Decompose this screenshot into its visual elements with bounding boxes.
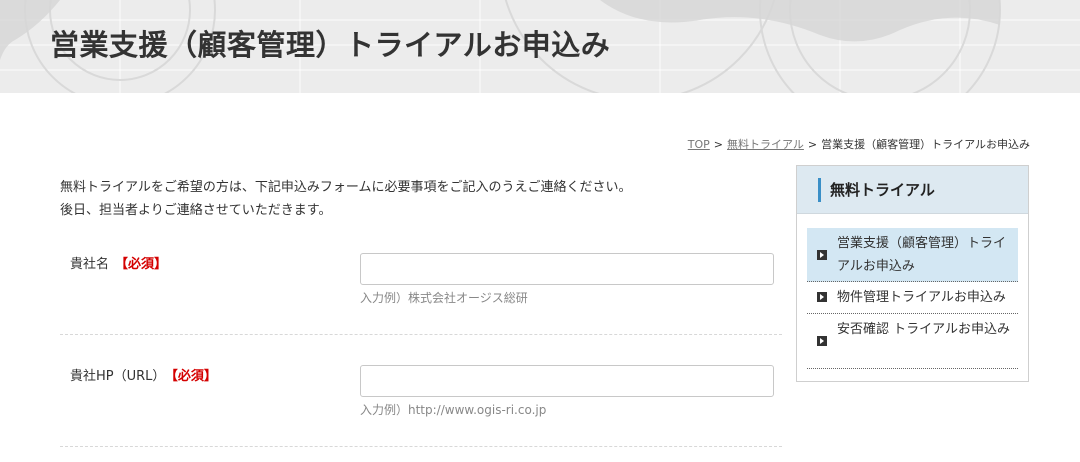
intro-text: 無料トライアルをご希望の方は、下記申込みフォームに必要事項をご記入のうえご連絡く… [60, 176, 760, 222]
chevron-right-icon [817, 336, 827, 346]
sidebar-title: 無料トライアル [830, 181, 935, 199]
company-name-input[interactable] [360, 253, 774, 285]
intro-line-2: 後日、担当者よりご連絡させていただきます。 [60, 203, 332, 218]
sidebar-item-label: 営業支援（顧客管理）トライアルお申込み [837, 236, 1007, 274]
breadcrumb-link-free-trial[interactable]: 無料トライアル [727, 138, 804, 151]
sidebar-item-label: 安否確認 トライアルお申込み [837, 322, 1011, 337]
sidebar-item-safety-confirmation-trial[interactable]: 安否確認 トライアルお申込み [807, 314, 1018, 369]
company-url-hint: 入力例）http://www.ogis-ri.co.jp [360, 403, 547, 417]
sidebar-item-sales-support-trial[interactable]: 営業支援（顧客管理）トライアルお申込み [807, 228, 1018, 282]
required-badge: 【必須】 [115, 257, 168, 272]
company-name-label-text: 貴社名 [70, 257, 110, 272]
form-row-company-url: 貴社HP（URL） 【必須】 入力例）http://www.ogis-ri.co.… [60, 352, 782, 447]
sidebar-item-label: 物件管理トライアルお申込み [837, 290, 1006, 305]
required-badge: 【必須】 [171, 369, 217, 384]
breadcrumb: TOP > 無料トライアル > 営業支援（顧客管理）トライアルお申込み [688, 136, 1030, 152]
sidebar-header: 無料トライアル [797, 166, 1028, 214]
intro-line-1: 無料トライアルをご希望の方は、下記申込みフォームに必要事項をご記入のうえご連絡く… [60, 180, 632, 195]
page-title: 営業支援（顧客管理）トライアルお申込み [50, 28, 611, 62]
header-banner: 営業支援（顧客管理）トライアルお申込み [0, 0, 1080, 93]
company-url-input[interactable] [360, 365, 774, 397]
company-name-hint: 入力例）株式会社オージス総研 [360, 291, 528, 305]
breadcrumb-current: 営業支援（顧客管理）トライアルお申込み [821, 138, 1030, 151]
breadcrumb-link-top[interactable]: TOP [688, 138, 710, 151]
sidebar-item-property-management-trial[interactable]: 物件管理トライアルお申込み [807, 282, 1018, 314]
breadcrumb-separator: > [807, 138, 818, 151]
chevron-right-icon [817, 250, 827, 260]
company-url-label: 貴社HP（URL） 【必須】 [70, 365, 217, 384]
form-row-company-name: 貴社名 【必須】 入力例）株式会社オージス総研 [60, 240, 782, 335]
chevron-right-icon [817, 292, 827, 302]
sidebar-menu: 営業支援（顧客管理）トライアルお申込み 物件管理トライアルお申込み 安否確認 ト… [807, 228, 1018, 369]
breadcrumb-separator: > [713, 138, 723, 151]
company-name-label: 貴社名 【必須】 [70, 253, 167, 272]
company-url-label-text: 貴社HP（URL） [70, 369, 166, 384]
sidebar: 無料トライアル 営業支援（顧客管理）トライアルお申込み 物件管理トライアルお申込… [796, 165, 1029, 382]
